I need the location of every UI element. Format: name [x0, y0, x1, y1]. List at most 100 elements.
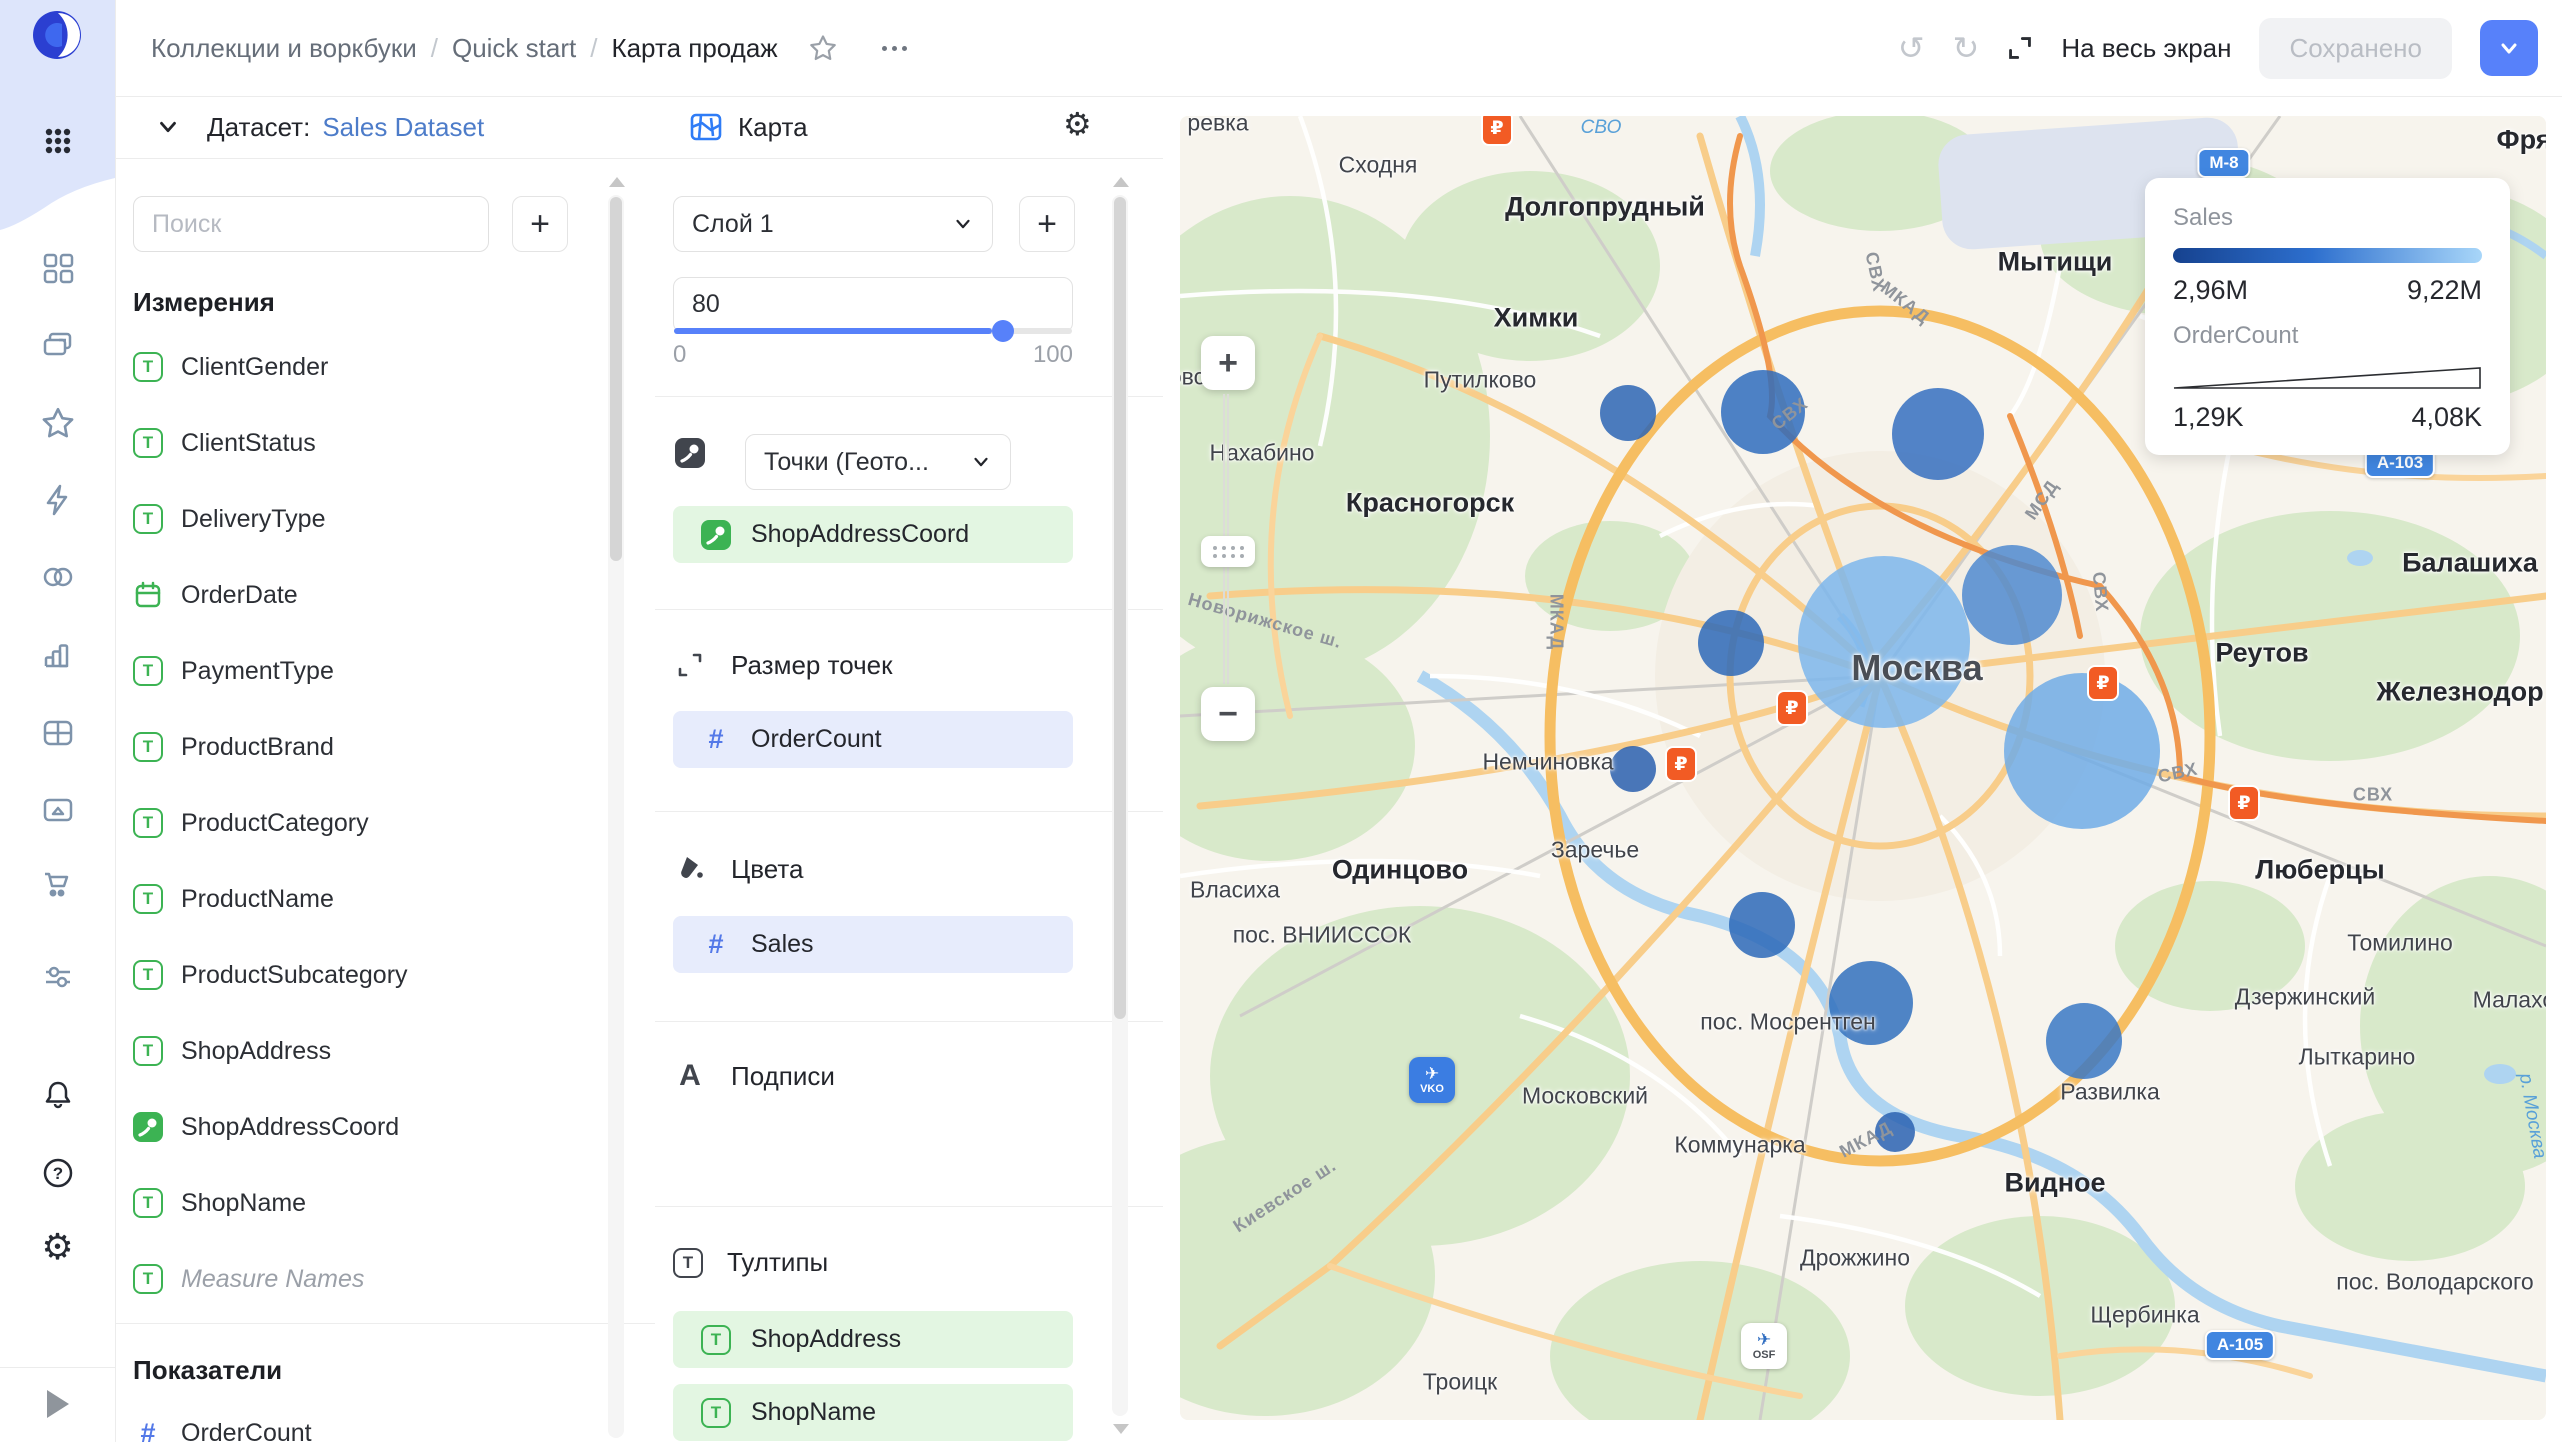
- tooltips-section: T Тултипы: [673, 1247, 828, 1278]
- legend-sales-max: 9,22M: [2407, 275, 2482, 306]
- map-canvas[interactable]: ревкаСВОСходняДолгопрудныйМытищиФряХимки…: [1180, 116, 2546, 1420]
- section-divider: [655, 811, 1163, 812]
- save-button[interactable]: Сохранено: [2259, 18, 2452, 79]
- colors-field-chip[interactable]: # Sales: [673, 916, 1073, 973]
- zoom-drag-handle[interactable]: [1201, 536, 1255, 567]
- field-item-shopaddress[interactable]: TShopAddress: [115, 1023, 625, 1079]
- opacity-value[interactable]: 80: [692, 290, 720, 319]
- help-icon[interactable]: ?: [41, 1156, 75, 1190]
- opacity-slider-track[interactable]: [674, 328, 1072, 334]
- map-label: МКАД: [1546, 594, 1567, 650]
- scroll-up-arrow[interactable]: [609, 177, 625, 187]
- scroll-down-arrow[interactable]: [1113, 1424, 1129, 1434]
- collapse-play-icon[interactable]: [47, 1390, 69, 1418]
- config-scrollbar[interactable]: [1112, 195, 1128, 1416]
- datalens-logo[interactable]: [32, 10, 82, 60]
- map-label: Дрожжино: [1800, 1245, 1910, 1272]
- map-label: Железнодор: [2376, 677, 2543, 708]
- opacity-slider-fill: [674, 328, 992, 334]
- services-icon[interactable]: [41, 960, 75, 994]
- map-label: пос. Мосрентген: [1700, 1009, 1875, 1036]
- field-item-productcategory[interactable]: TProductCategory: [115, 795, 625, 851]
- labels-label: Подписи: [731, 1061, 835, 1092]
- text-field-icon: T: [701, 1398, 731, 1428]
- field-item-shopaddresscoord[interactable]: ShopAddressCoord: [115, 1099, 625, 1155]
- dataset-scrollbar-thumb[interactable]: [610, 197, 622, 561]
- field-item-shopname[interactable]: TShopName: [115, 1175, 625, 1231]
- field-item-ordercount[interactable]: #OrderCount: [115, 1405, 625, 1442]
- scroll-up-arrow[interactable]: [1113, 177, 1129, 187]
- quick-actions-icon[interactable]: [41, 483, 75, 517]
- favorite-star-icon[interactable]: [808, 33, 838, 63]
- date-field-icon: [133, 580, 163, 610]
- undo-icon[interactable]: ↺: [1898, 32, 1925, 64]
- layer-opacity-control[interactable]: 80: [673, 277, 1073, 333]
- section-divider: [655, 1021, 1163, 1022]
- map-label: Люберцы: [2255, 855, 2385, 886]
- map-label: Томилино: [2347, 930, 2452, 957]
- search-input[interactable]: [133, 196, 489, 252]
- save-menu-button[interactable]: [2480, 20, 2538, 76]
- tooltip-field-name: ShopAddress: [751, 1325, 901, 1354]
- opacity-max-label: 100: [1033, 341, 1073, 369]
- zoom-in-button[interactable]: +: [1201, 336, 1255, 390]
- breadcrumb-collections[interactable]: Коллекции и воркбуки: [151, 33, 417, 64]
- more-menu-icon[interactable]: [882, 46, 907, 51]
- layer-select[interactable]: Слой 1: [673, 196, 993, 252]
- storage-icon[interactable]: [41, 793, 75, 827]
- redo-icon[interactable]: ↻: [1953, 32, 1980, 64]
- dataset-panel-header[interactable]: Датасет: Sales Dataset: [115, 96, 655, 159]
- field-item-productsubcategory[interactable]: TProductSubcategory: [115, 947, 625, 1003]
- marketplace-icon[interactable]: [41, 868, 75, 902]
- geotype-select[interactable]: Точки (Геото...: [745, 434, 1011, 490]
- number-field-icon: #: [701, 930, 731, 960]
- dataset-name-link[interactable]: Sales Dataset: [322, 112, 484, 143]
- tables-icon[interactable]: [41, 716, 75, 750]
- map-label: СВХ: [1861, 250, 1890, 294]
- apps-grid-icon[interactable]: [41, 124, 75, 158]
- chart-settings-gear-icon[interactable]: ⚙: [1063, 108, 1092, 140]
- field-item-measure-names[interactable]: TMeasure Names: [115, 1251, 625, 1307]
- geotype-select-value: Точки (Геото...: [764, 448, 929, 477]
- breadcrumb-separator: /: [590, 33, 597, 64]
- svg-text:?: ?: [52, 1164, 62, 1183]
- add-field-button[interactable]: +: [512, 196, 568, 252]
- breadcrumb-workbook[interactable]: Quick start: [452, 33, 576, 64]
- field-item-orderdate[interactable]: OrderDate: [115, 567, 625, 623]
- section-divider: [115, 1323, 655, 1324]
- fullscreen-label[interactable]: На весь экран: [2061, 33, 2231, 64]
- dataset-panel-body: + Измерения TClientGenderTClientStatusTD…: [115, 159, 655, 1442]
- tooltip-field-chip-shopaddress[interactable]: TShopAddress: [673, 1311, 1073, 1368]
- field-item-clientgender[interactable]: TClientGender: [115, 339, 625, 395]
- fullscreen-icon[interactable]: [2007, 35, 2033, 61]
- field-item-productname[interactable]: TProductName: [115, 871, 625, 927]
- colors-label: Цвета: [731, 854, 803, 885]
- add-layer-button[interactable]: +: [1019, 196, 1075, 252]
- bell-icon[interactable]: [41, 1078, 75, 1112]
- points-field-chip[interactable]: ShopAddressCoord: [673, 506, 1073, 563]
- zoom-out-button[interactable]: −: [1201, 687, 1255, 741]
- charts-icon[interactable]: [41, 638, 75, 672]
- dashboards-icon[interactable]: [41, 251, 75, 285]
- config-scrollbar-thumb[interactable]: [1114, 197, 1126, 1019]
- point-size-section: Размер точек: [673, 648, 892, 682]
- legend-sales-min: 2,96M: [2173, 275, 2248, 306]
- chevron-down-icon[interactable]: [155, 114, 181, 140]
- field-item-productbrand[interactable]: TProductBrand: [115, 719, 625, 775]
- favorites-icon[interactable]: [40, 405, 76, 441]
- dataset-scrollbar[interactable]: [608, 195, 624, 1438]
- text-field-icon: T: [133, 732, 163, 762]
- tooltip-field-chip-shopname[interactable]: TShopName: [673, 1384, 1073, 1441]
- field-item-deliverytype[interactable]: TDeliveryType: [115, 491, 625, 547]
- collections-icon[interactable]: [41, 328, 75, 362]
- dimensions-list: TClientGender TClientStatus TDeliveryType O…: [115, 339, 625, 1327]
- field-item-paymenttype[interactable]: TPaymentType: [115, 643, 625, 699]
- section-divider: [655, 1206, 1163, 1207]
- field-item-clientstatus[interactable]: TClientStatus: [115, 415, 625, 471]
- map-label: Одинцово: [1332, 855, 1468, 886]
- settings-icon[interactable]: ⚙: [41, 1229, 73, 1265]
- size-field-chip[interactable]: # OrderCount: [673, 711, 1073, 768]
- connections-icon[interactable]: [41, 560, 75, 594]
- field-name: PaymentType: [181, 657, 334, 686]
- opacity-slider-handle[interactable]: [992, 320, 1014, 342]
